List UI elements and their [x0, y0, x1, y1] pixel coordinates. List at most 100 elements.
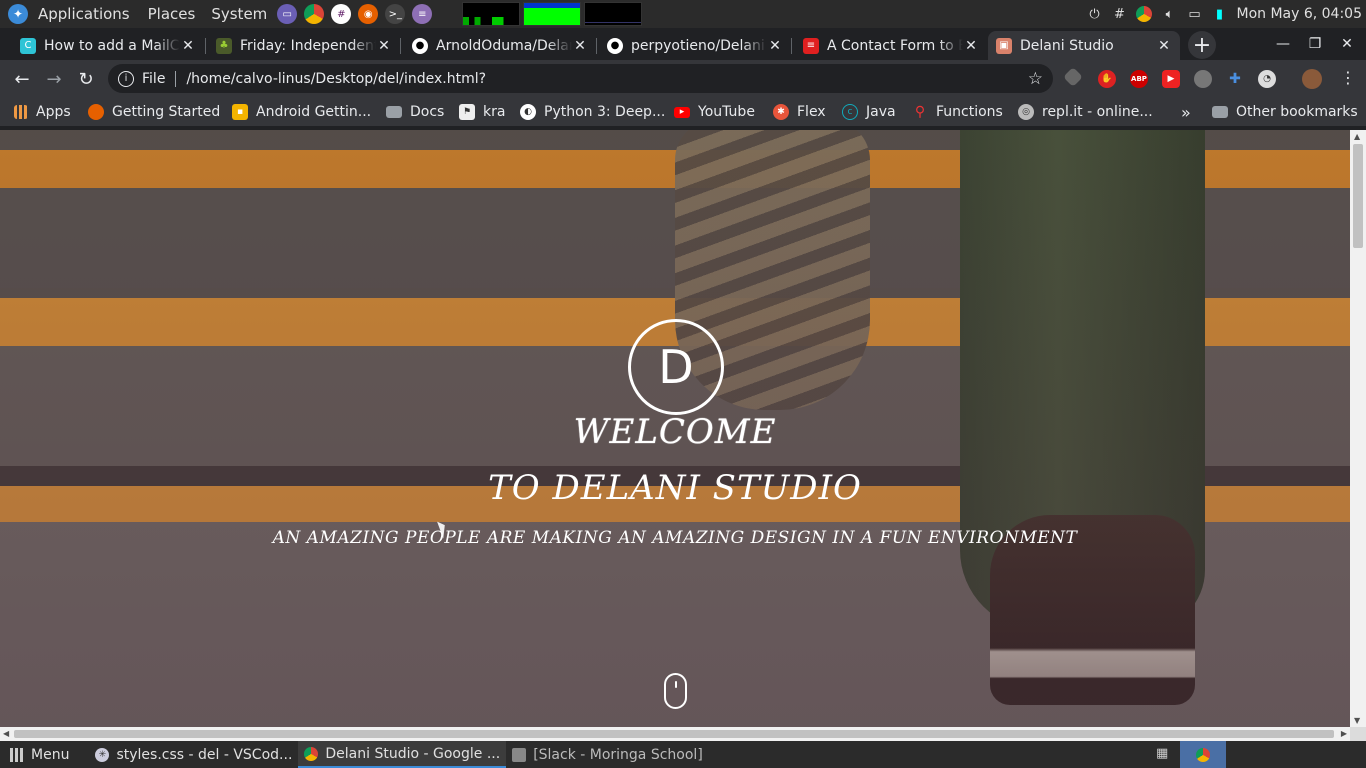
scroll-down-mouse-icon[interactable]: [664, 673, 687, 709]
horizontal-scrollbar[interactable]: ◀ ▶: [0, 727, 1350, 741]
restore-icon[interactable]: ❐: [1303, 34, 1327, 54]
layers-extension-icon[interactable]: [1063, 67, 1083, 87]
bookmark-label: Functions: [936, 104, 1003, 120]
github-icon: ●: [412, 37, 428, 54]
hero-studio-heading: TO DELANI STUDIO: [488, 468, 862, 508]
bookmark-youtube[interactable]: ▸ YouTube: [674, 103, 755, 121]
horizontal-scroll-thumb[interactable]: [14, 730, 1334, 738]
workspace-switcher-icon[interactable]: ▦: [1156, 746, 1174, 762]
menu-places[interactable]: Places: [148, 5, 196, 23]
bookmark-label: Getting Started: [112, 104, 221, 120]
menu-applications[interactable]: Applications: [38, 5, 130, 23]
back-icon[interactable]: ←: [10, 67, 34, 91]
power-icon[interactable]: ⏻: [1086, 6, 1102, 22]
display-icon[interactable]: ▭: [1186, 6, 1202, 22]
bookmark-label: repl.it - online...: [1042, 104, 1153, 120]
tab-title: Delani Studio: [1020, 37, 1114, 54]
tab-friday-independent[interactable]: ♣ Friday: Independent ✕: [208, 31, 400, 60]
bookmark-kra[interactable]: ⚑ kra: [459, 103, 505, 121]
tab-title: ArnoldOduma/Delani: [436, 37, 572, 54]
tab-title: How to add a MailChimp: [44, 37, 180, 54]
network-graph: [584, 2, 643, 26]
speed-extension-icon[interactable]: ◔: [1258, 70, 1276, 88]
slack-tray-icon[interactable]: #: [1111, 6, 1127, 22]
task-label: styles.css - del - VSCod...: [116, 746, 293, 763]
functions-icon: ⚲: [914, 104, 926, 120]
tab-title: A Contact Form to Email: [827, 37, 963, 54]
task-chrome-delani[interactable]: Delani Studio - Google ...: [298, 741, 507, 768]
memory-graph: [523, 2, 582, 26]
menu-system[interactable]: System: [211, 5, 267, 23]
applications-logo-icon[interactable]: ✦: [8, 4, 28, 24]
volume-icon[interactable]: 🔈︎: [1161, 6, 1177, 22]
battery-icon[interactable]: ▮: [1211, 6, 1227, 22]
bookmark-android[interactable]: ▪ Android Gettin...: [232, 103, 371, 121]
slack-launcher-icon[interactable]: #: [331, 4, 352, 24]
close-tab-icon[interactable]: ✕: [180, 38, 196, 54]
task-vscode[interactable]: ✳ styles.css - del - VSCod...: [89, 741, 298, 768]
bookmark-label: Flex: [797, 104, 826, 120]
apps-grid-icon: [14, 105, 28, 119]
bookmarks-overflow-button[interactable]: »: [1181, 103, 1191, 122]
chrome-tray-icon[interactable]: [1136, 6, 1153, 22]
minimize-icon[interactable]: —: [1271, 34, 1295, 54]
taskbar: Menu ✳ styles.css - del - VSCod... Delan…: [0, 741, 1366, 768]
firefox-launcher-icon[interactable]: ◉: [358, 4, 379, 24]
address-bar[interactable]: i File /home/calvo-linus/Desktop/del/ind…: [108, 64, 1053, 93]
task-slack[interactable]: [Slack - Moringa School]: [506, 741, 709, 768]
other-bookmarks[interactable]: Other bookmarks: [1212, 103, 1358, 121]
bookmark-label: Other bookmarks: [1236, 104, 1358, 120]
cpu-graph: [462, 2, 521, 26]
cloud-extension-icon[interactable]: [1194, 70, 1212, 88]
vertical-scrollbar[interactable]: ▲ ▼: [1350, 130, 1366, 727]
task-label: [Slack - Moringa School]: [533, 746, 703, 763]
url-text[interactable]: /home/calvo-linus/Desktop/del/index.html…: [186, 71, 486, 87]
close-tab-icon[interactable]: ✕: [963, 38, 979, 54]
bookmark-label: Android Gettin...: [256, 104, 372, 120]
close-tab-icon[interactable]: ✕: [376, 38, 392, 54]
video-extension-icon[interactable]: ▶: [1162, 70, 1180, 88]
bookmark-functions[interactable]: ⚲ Functions: [912, 103, 1003, 121]
puzzle-extension-icon[interactable]: ✚: [1226, 70, 1244, 88]
system-tray: ⏻ # 🔈︎ ▭ ▮ Mon May 6, 04:05: [1086, 0, 1366, 28]
youtube-icon: ▸: [674, 106, 690, 118]
close-tab-icon[interactable]: ✕: [572, 38, 588, 54]
tab-delani-studio[interactable]: ▣ Delani Studio ✕: [988, 31, 1180, 60]
workspace-chrome-preview[interactable]: [1180, 741, 1226, 768]
profile-avatar[interactable]: [1302, 69, 1322, 89]
tab-arnold-delani[interactable]: ● ArnoldOduma/Delani ✕: [404, 31, 596, 60]
web-page: D WELCOME TO DELANI STUDIO AN AMAZING PE…: [0, 130, 1350, 727]
tab-perpyotieno-delani[interactable]: ● perpyotieno/Delani ✕: [599, 31, 791, 60]
vertical-scroll-thumb[interactable]: [1353, 144, 1363, 248]
bookmark-label: YouTube: [698, 104, 755, 120]
stop-extension-icon[interactable]: ✋: [1098, 70, 1116, 88]
close-tab-icon[interactable]: ✕: [1156, 38, 1172, 54]
bookmark-python[interactable]: ◐ Python 3: Deep...: [520, 103, 665, 121]
terminal-launcher-icon[interactable]: >_: [385, 4, 406, 24]
chrome-launcher-icon[interactable]: [304, 4, 325, 24]
bookmark-star-icon[interactable]: ☆: [1028, 69, 1043, 89]
bookmark-java[interactable]: c Java: [842, 103, 896, 121]
tab-contact-form[interactable]: ≡ A Contact Form to Email ✕: [795, 31, 987, 60]
more-menu-icon[interactable]: ⋮: [1340, 68, 1356, 87]
tab-strip: C How to add a MailChimp ✕ ♣ Friday: Ind…: [0, 28, 1366, 60]
clock[interactable]: Mon May 6, 04:05: [1236, 6, 1362, 22]
bookmark-apps[interactable]: Apps: [14, 103, 71, 121]
tab-mailchimp[interactable]: C How to add a MailChimp ✕: [12, 31, 204, 60]
bookmark-flex[interactable]: ✱ Flex: [773, 103, 826, 121]
close-tab-icon[interactable]: ✕: [767, 38, 783, 54]
adblock-plus-icon[interactable]: ABP: [1130, 70, 1148, 88]
bookmark-replit[interactable]: ◎ repl.it - online...: [1018, 103, 1153, 121]
reload-icon[interactable]: ↻: [74, 67, 98, 91]
kra-icon: ⚑: [459, 104, 475, 120]
forward-icon[interactable]: →: [42, 67, 66, 91]
info-icon[interactable]: i: [118, 70, 134, 87]
text-editor-launcher-icon[interactable]: ≡: [412, 4, 433, 24]
main-menu-button[interactable]: Menu: [0, 741, 75, 768]
new-tab-button[interactable]: +: [1188, 31, 1216, 59]
bookmark-docs[interactable]: Docs: [386, 103, 444, 121]
form-icon: ≡: [803, 37, 819, 54]
bookmark-getting-started[interactable]: Getting Started: [88, 103, 220, 121]
files-launcher-icon[interactable]: ▭: [277, 4, 298, 24]
close-window-icon[interactable]: ✕: [1335, 34, 1359, 54]
